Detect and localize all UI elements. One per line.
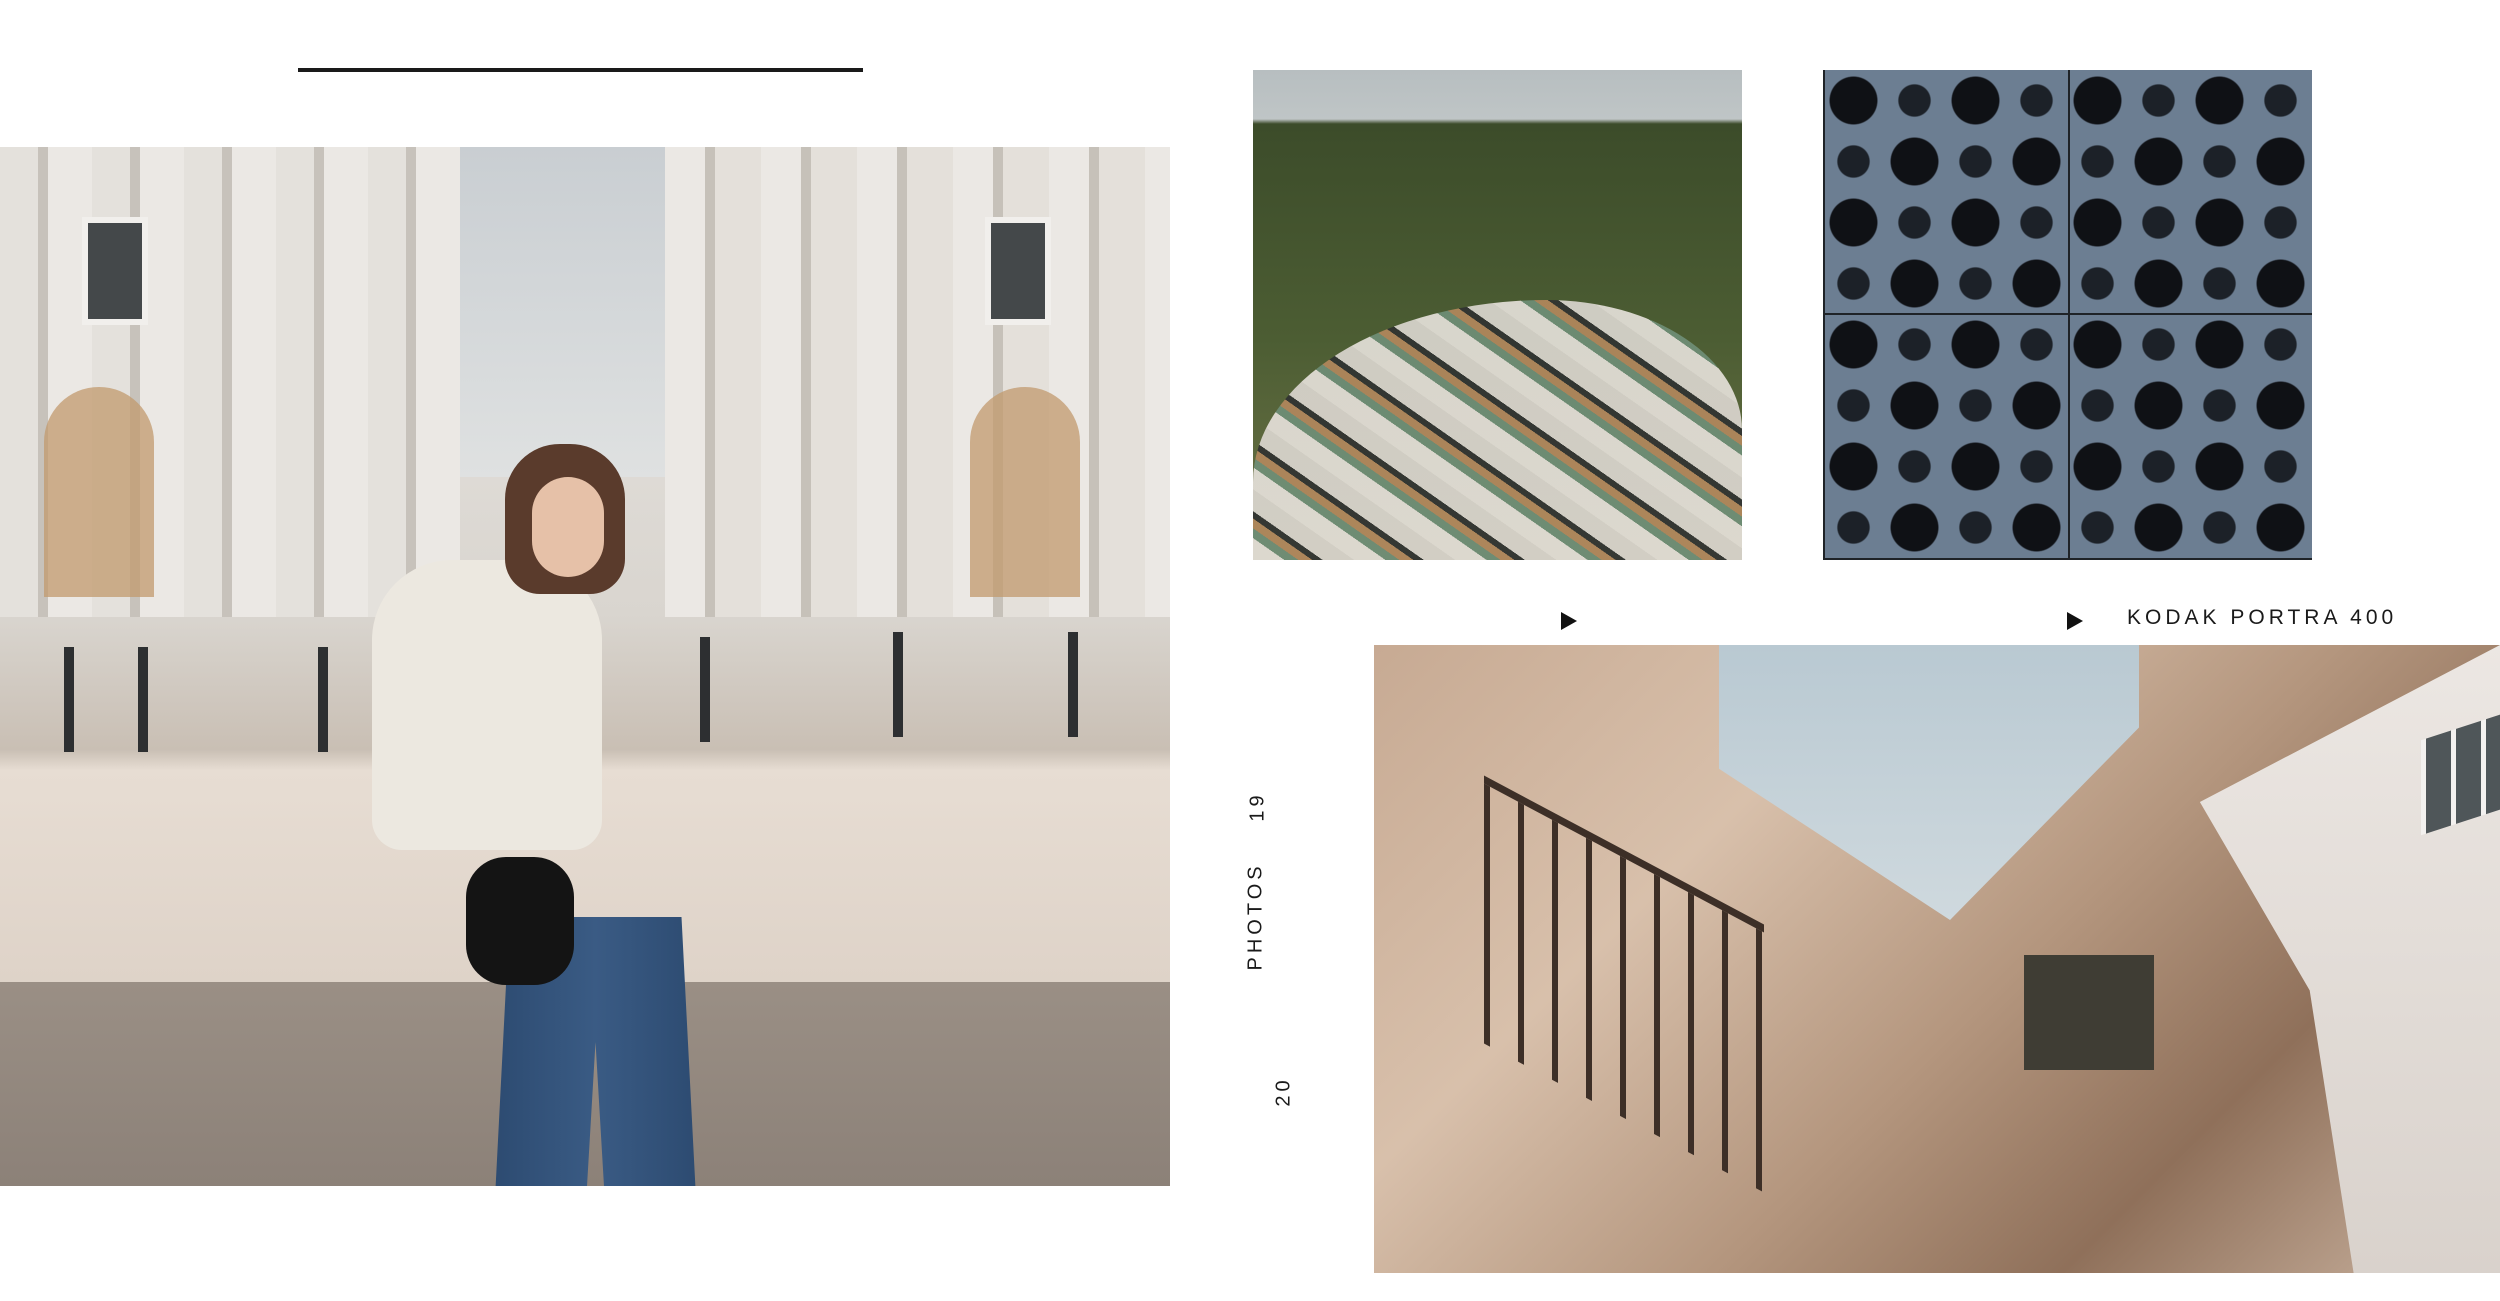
play-triangle-icon [1561,612,1577,630]
arch [44,387,154,597]
building-right [665,147,1170,617]
photo-woman-street [0,147,1170,1186]
bollard [64,647,74,752]
photo-mosaic-bench [1253,70,1742,560]
shutter-window [2024,955,2154,1070]
play-triangle-icon [2067,612,2083,630]
bollard [318,647,328,752]
photo-old-building [1374,645,2500,1273]
arch [970,387,1080,597]
mosaic-bench [1253,300,1742,560]
year-bottom: 20 [1272,1076,1295,1107]
bollard [700,637,710,742]
balcony [1484,775,1764,1193]
person-sweater [372,560,602,850]
bollard [138,647,148,752]
photo-tiles [1823,70,2312,560]
bollard [1068,632,1078,737]
sky [460,147,665,477]
year-top: 19 [1246,791,1269,822]
header-rule [298,68,863,72]
sky [1719,645,2139,920]
photos-label: PHOTOS [1244,862,1267,971]
film-caption: KODAK PORTRA 400 [2127,606,2398,629]
person-face [532,477,604,577]
window [985,217,1051,325]
person-bag [466,857,574,985]
window [82,217,148,325]
bollard [893,632,903,737]
